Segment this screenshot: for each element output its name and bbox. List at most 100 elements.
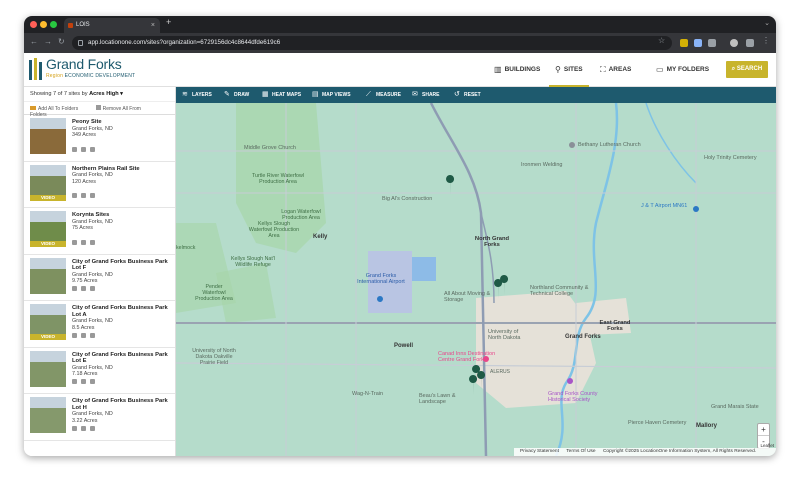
folder-icon[interactable] <box>72 193 77 198</box>
folder-icon[interactable] <box>72 332 77 338</box>
new-tab-button[interactable]: + <box>166 17 171 27</box>
brand-subtitle-rest: ECONOMIC DEVELOPMENT <box>64 73 136 79</box>
tool-share[interactable]: ✉ SHARE <box>412 87 440 103</box>
privacy-link[interactable]: Privacy Statement <box>520 449 559 454</box>
map-label: Powell <box>394 343 414 349</box>
sort-dropdown[interactable]: Acres High ▾ <box>89 91 123 97</box>
browser-tab[interactable]: LOIS × <box>64 18 160 33</box>
site-card[interactable]: Peony Site Grand Forks, ND 349 Acres <box>24 115 175 162</box>
tool-measure[interactable]: ⟋ MEASURE <box>366 87 401 103</box>
document-icon[interactable] <box>81 379 86 384</box>
brand-subtitle-region: Region <box>46 73 64 79</box>
map-graphics <box>176 103 776 456</box>
brand-title[interactable]: Grand Forks <box>46 56 122 72</box>
document-icon[interactable] <box>81 146 86 152</box>
site-card[interactable]: VIDEO Northern Plains Rail Site Grand Fork… <box>24 162 175 208</box>
menu-icon[interactable]: ⋮ <box>762 36 770 45</box>
reload-icon[interactable]: ↻ <box>58 37 65 46</box>
nav-my-folders[interactable]: ▭ MY FOLDERS <box>650 53 715 87</box>
location-pin-icon: ⚲ <box>555 65 561 74</box>
folder-icon[interactable] <box>72 425 77 431</box>
extension-icon[interactable] <box>680 39 688 47</box>
site-thumbnail[interactable] <box>30 350 66 387</box>
extension-icon[interactable] <box>694 39 702 47</box>
print-icon[interactable] <box>90 286 95 291</box>
brand-subtitle: Region ECONOMIC DEVELOPMENT <box>46 73 135 79</box>
thumbnail-sky <box>30 257 66 269</box>
folder-icon[interactable] <box>72 379 77 384</box>
zoom-in-button[interactable]: + <box>758 424 769 436</box>
map-label: Grand Forks County Historical Society <box>548 391 598 403</box>
tool-layers[interactable]: ≋ LAYERS <box>182 87 212 103</box>
site-card[interactable]: VIDEO Korynta Sites Grand Forks, ND 75 Acre… <box>24 208 175 255</box>
print-icon[interactable] <box>90 332 95 338</box>
share-icon: ✉ <box>412 91 418 98</box>
site-title[interactable]: Northern Plains Rail Site <box>72 166 140 172</box>
folder-icon[interactable] <box>72 239 77 245</box>
site-actions <box>72 232 99 250</box>
print-icon[interactable] <box>90 146 95 152</box>
site-title[interactable]: City of Grand Forks Business Park Lot F <box>72 259 168 272</box>
address-bar[interactable]: app.locationone.com/sites?organization=6… <box>72 36 672 50</box>
site-thumbnail[interactable] <box>30 118 66 154</box>
extension-icon[interactable] <box>708 39 716 47</box>
site-card[interactable]: City of Grand Forks Business Park Lot HG… <box>24 394 175 441</box>
tool-heat-maps[interactable]: ▦ HEAT MAPS <box>262 87 301 103</box>
site-title[interactable]: City of Grand Forks Business Park Lot A <box>72 305 168 318</box>
video-badge[interactable]: VIDEO <box>30 241 66 247</box>
site-title[interactable]: City of Grand Forks Business Park Lot H <box>72 398 168 411</box>
site-name[interactable]: Peony Site Grand Forks, ND 349 Acres <box>72 119 172 139</box>
nav-areas[interactable]: ⛶ AREAS <box>594 53 637 87</box>
document-icon[interactable] <box>81 239 86 245</box>
site-card[interactable]: VIDEO City of Grand Forks Business Park L… <box>24 301 175 348</box>
site-title[interactable]: City of Grand Forks Business Park Lot E <box>72 352 168 365</box>
site-card[interactable]: City of Grand Forks Business Park Lot FG… <box>24 255 175 301</box>
site-thumbnail[interactable]: VIDEO <box>30 304 66 340</box>
site-thumbnail[interactable] <box>30 257 66 294</box>
tool-reset[interactable]: ↺ RESET <box>454 87 481 103</box>
print-icon[interactable] <box>90 379 95 384</box>
tool-draw[interactable]: ✎ DRAW <box>224 87 249 103</box>
thumbnail-sky <box>30 118 66 129</box>
minimize-window-button[interactable] <box>40 21 47 28</box>
print-icon[interactable] <box>90 239 95 245</box>
maximize-window-button[interactable] <box>50 21 57 28</box>
site-name[interactable]: Northern Plains Rail Site Grand Forks, ND… <box>72 166 172 186</box>
forward-icon[interactable]: → <box>44 37 52 46</box>
tool-reset-label: RESET <box>464 92 481 98</box>
print-icon[interactable] <box>90 193 95 198</box>
video-badge[interactable]: VIDEO <box>30 194 66 201</box>
print-icon[interactable] <box>90 425 95 431</box>
tab-search-icon[interactable]: ⌄ <box>764 19 770 27</box>
site-title[interactable]: Korynta Sites <box>72 212 109 218</box>
back-icon[interactable]: ← <box>30 37 38 46</box>
site-name[interactable]: Korynta Sites Grand Forks, ND 75 Acres <box>72 212 172 232</box>
map-canvas[interactable]: Middle Grove Church Bethany Lutheran Chu… <box>176 103 776 456</box>
site-card[interactable]: City of Grand Forks Business Park Lot EG… <box>24 348 175 394</box>
document-icon[interactable] <box>81 425 86 431</box>
nav-buildings[interactable]: ▥ BUILDINGS <box>488 53 546 87</box>
document-icon[interactable] <box>81 332 86 338</box>
terms-link[interactable]: Terms Of Use <box>566 449 595 454</box>
site-actions <box>72 418 99 436</box>
site-title[interactable]: Peony Site <box>72 119 102 125</box>
video-badge[interactable]: VIDEO <box>30 334 66 340</box>
document-icon[interactable] <box>81 286 86 291</box>
tool-map-views[interactable]: ▤ MAP VIEWS <box>312 87 351 103</box>
site-thumbnail[interactable]: VIDEO <box>30 211 66 247</box>
profile-avatar[interactable] <box>730 39 738 47</box>
folder-icon[interactable] <box>72 286 77 291</box>
map-label: Grand Forks <box>565 334 601 340</box>
site-thumbnail[interactable] <box>30 397 66 433</box>
close-window-button[interactable] <box>30 21 37 28</box>
bookmark-star-icon[interactable]: ☆ <box>658 36 665 45</box>
thumbnail-ground <box>30 408 66 433</box>
close-tab-icon[interactable]: × <box>151 18 155 33</box>
downloads-icon[interactable] <box>746 39 754 47</box>
folder-icon[interactable] <box>72 146 77 152</box>
search-button[interactable]: ⌕ SEARCH <box>726 61 768 78</box>
map-label: Grand Marais State <box>711 404 759 410</box>
nav-sites[interactable]: ⚲ SITES <box>549 53 589 87</box>
site-thumbnail[interactable]: VIDEO <box>30 164 66 201</box>
document-icon[interactable] <box>81 193 86 198</box>
